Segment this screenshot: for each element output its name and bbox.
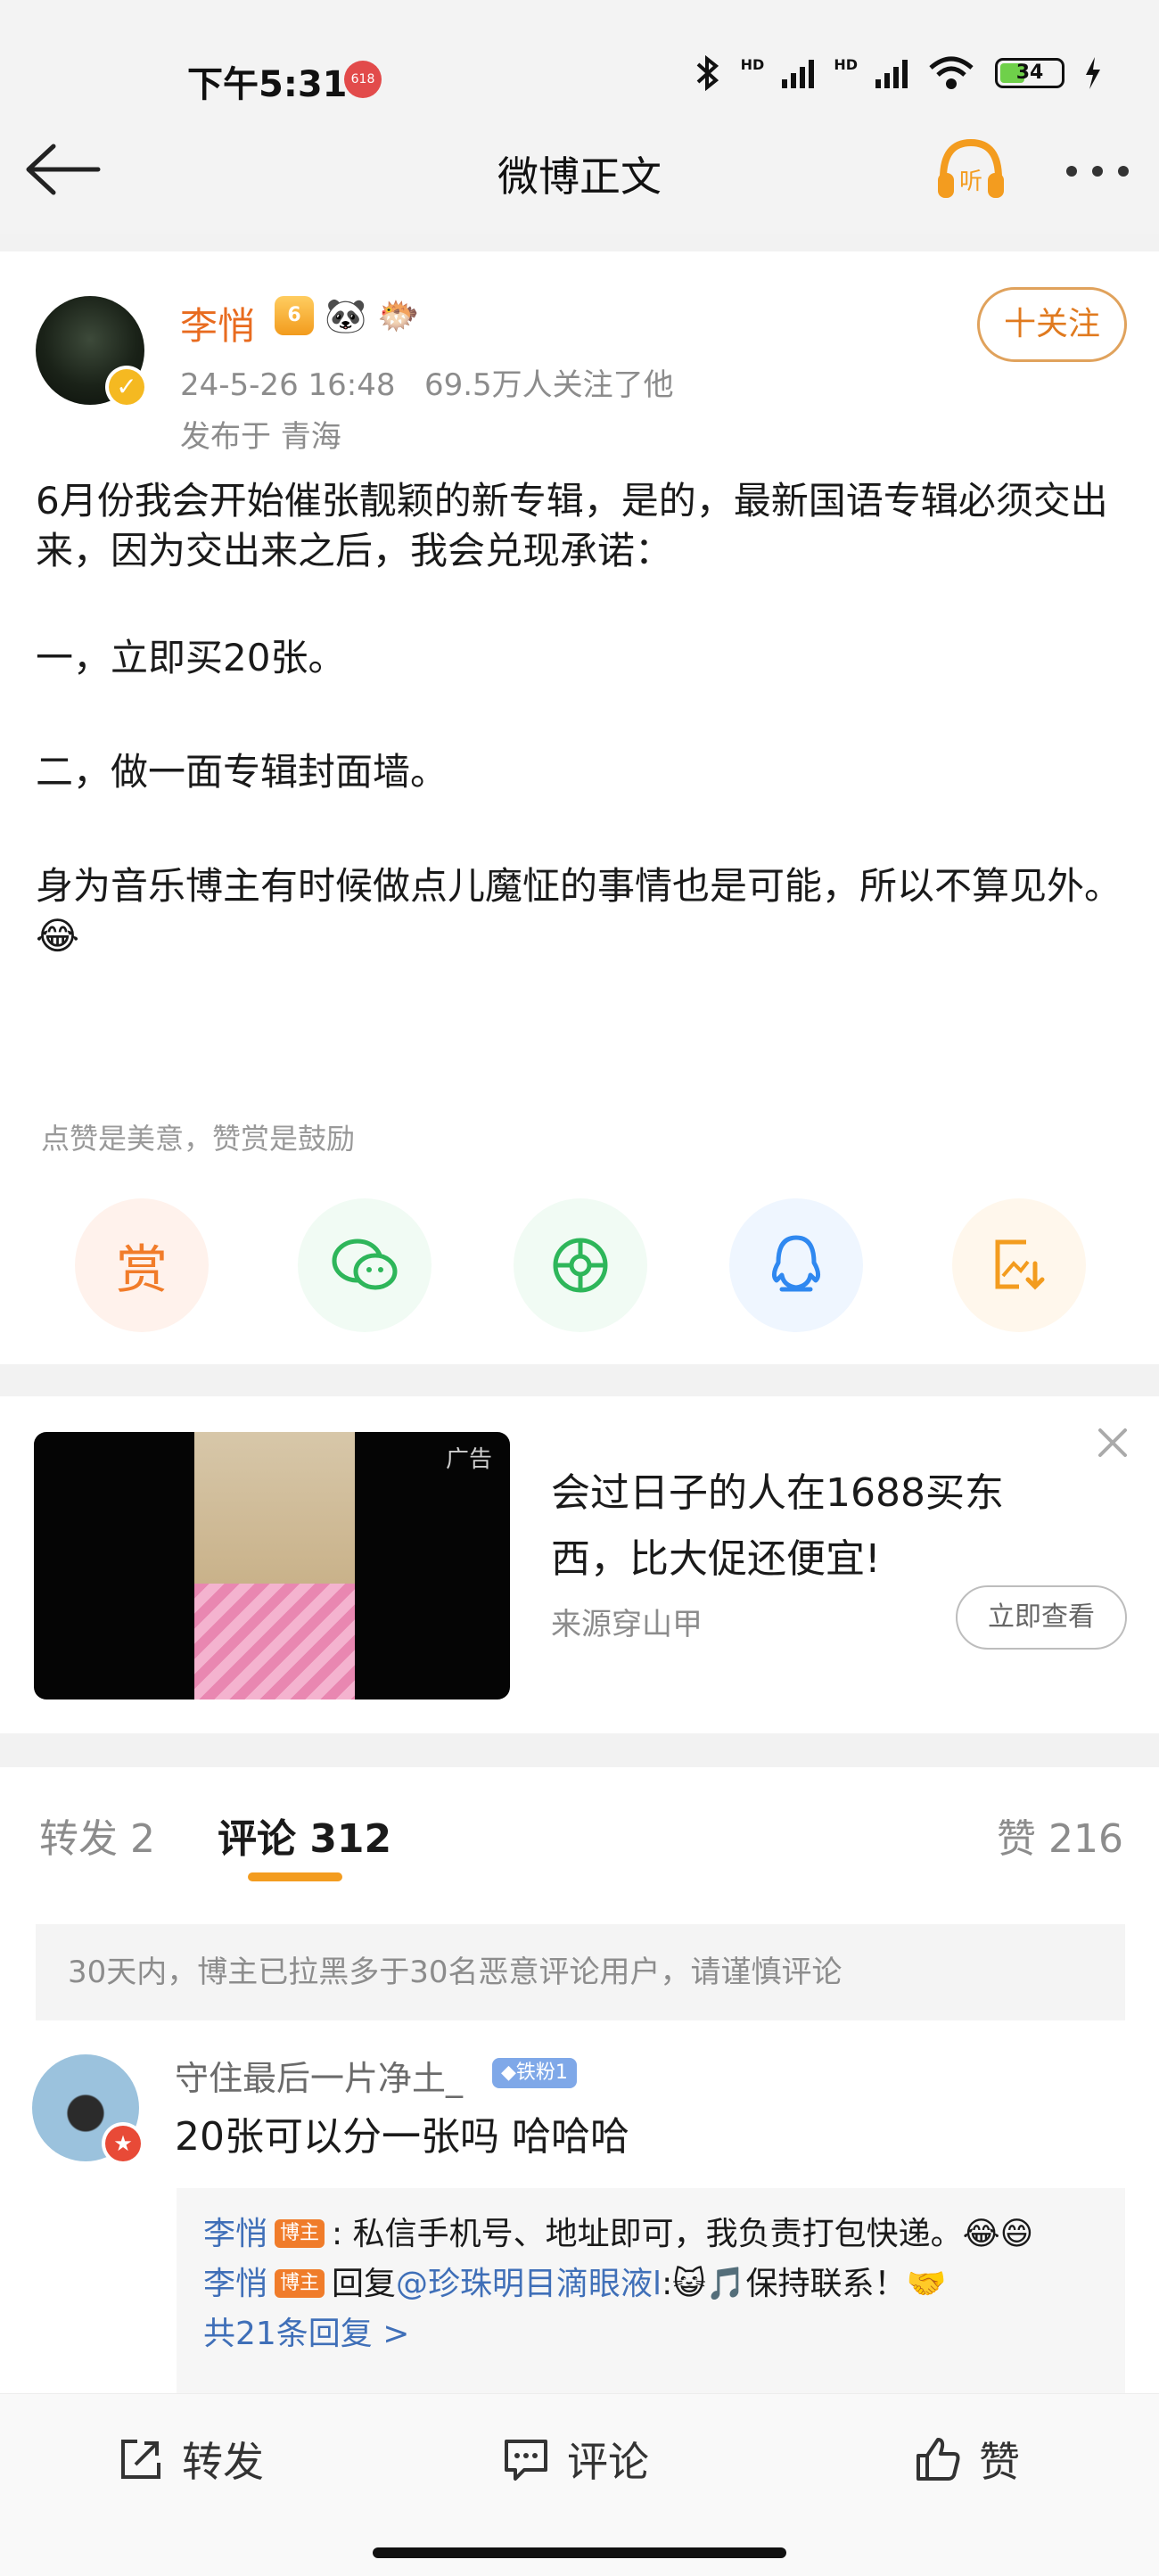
post-meta: 24-5-26 16:48 69.5万人关注了他 [180, 360, 674, 404]
more-replies-link[interactable]: 共21条回复 > [203, 2309, 1098, 2359]
verified-icon: ✓ [109, 369, 144, 405]
like-icon [917, 2438, 960, 2481]
crown-level-icon: 6 [275, 296, 314, 335]
reply-item: 李悄 博主: 私信手机号、地址即可，我负责打包快递。😂😄 [203, 2210, 1098, 2259]
post-paragraph: 二，做一面专辑封面墙。 [36, 750, 448, 794]
ad-thumbnail-image-top [194, 1432, 355, 1584]
reply-item: 李悄 博主 回复@珍珠明目滴眼液l:😺🎵保持联系！🤝 [203, 2259, 1098, 2309]
reward-tip: 点赞是美意，赞赏是鼓励 [41, 1122, 356, 1156]
battery-icon: 34 [995, 58, 1064, 88]
tab-repost[interactable]: 转发 2 [39, 1806, 155, 1864]
wechat-icon [332, 1239, 398, 1290]
save-image-button[interactable] [952, 1198, 1086, 1332]
listen-button[interactable]: 听 [931, 134, 1011, 205]
ad-source: 来源穿山甲 [551, 1607, 703, 1642]
ad-title[interactable]: 会过日子的人在1688买东西，比大促还便宜! [551, 1461, 1068, 1593]
post-paragraph [36, 690, 1123, 740]
reply-text: :😺🎵保持联系！🤝 [662, 2266, 947, 2302]
follow-button[interactable]: 十关注 [977, 287, 1127, 362]
save-image-icon [995, 1239, 1045, 1290]
author-name[interactable]: 李悄 [180, 296, 255, 350]
ad-thumbnail-image [194, 1432, 355, 1700]
wifi-icon [929, 56, 974, 89]
ad-label: 广告 [445, 1446, 492, 1473]
comments-section: 转发 2 评论 312 赞 216 30天内，博主已拉黑多于30名恶意评论用户，… [0, 1767, 1159, 2420]
reply-author[interactable]: 李悄 [203, 2266, 267, 2302]
ad-view-button[interactable]: 立即查看 [956, 1585, 1127, 1650]
post-body: 6月份我会开始催张靓颖的新专辑，是的，最新国语专辑必须交出来，因为交出来之后，我… [36, 476, 1123, 961]
post-paragraph [36, 804, 1123, 854]
fan-badge: ◆铁粉1 [492, 2058, 577, 2088]
reply-prefix: 回复 [332, 2266, 397, 2302]
more-button[interactable] [1057, 144, 1138, 198]
post-paragraph [36, 576, 1123, 626]
repost-icon [121, 2440, 160, 2479]
status-icons: HD HD 34 [695, 55, 1102, 91]
like-label: 赞 [979, 2438, 1020, 2486]
star-icon: ★ [105, 2126, 141, 2161]
listen-label: 听 [959, 169, 982, 195]
top-area: 下午5:31 618 HD HD 34 微博正文 听 [0, 0, 1159, 234]
bluetooth-icon [696, 55, 719, 91]
home-indicator[interactable] [373, 2547, 786, 2558]
tab-comment[interactable]: 评论 312 [218, 1806, 391, 1864]
like-button[interactable]: 赞 [913, 2430, 1020, 2489]
ad-close-button[interactable] [1093, 1423, 1132, 1462]
status-time: 下午5:31 [187, 64, 348, 105]
author-tag: 博主 [275, 2269, 325, 2298]
crown-level: 6 [287, 304, 301, 326]
ad-thumbnail[interactable]: 广告 [34, 1432, 510, 1700]
reward-button[interactable]: 赏 [75, 1198, 209, 1332]
repost-label: 转发 [182, 2438, 264, 2486]
listen-icon: 听 [938, 138, 1004, 198]
post-card: ✓ 李悄 6 🐼 🐡 24-5-26 16:48 69.5万人关注了他 发布于 … [0, 251, 1159, 1364]
share-qq-button[interactable] [729, 1198, 863, 1332]
reply-mention[interactable]: @珍珠明目滴眼液l [396, 2266, 662, 2302]
status-618-badge: 618 [344, 61, 382, 98]
signal-icon-2 [875, 58, 908, 88]
post-paragraph: 身为音乐博主有时候做点儿魔怔的事情也是可能，所以不算见外。😂 [36, 864, 1122, 958]
comment-label: 评论 [567, 2438, 649, 2486]
comment-icon [505, 2440, 547, 2481]
hd-label-2: HD [834, 55, 858, 73]
hd-label-1: HD [740, 55, 765, 73]
commenter-badge: ★ [102, 2122, 144, 2165]
share-wechat-button[interactable] [298, 1198, 432, 1332]
fish-icon: 🐡 [377, 296, 420, 335]
post-date: 24-5-26 16:48 [180, 367, 396, 403]
comment-notice: 30天内，博主已拉黑多于30名恶意评论用户，请谨慎评论 [36, 1924, 1125, 2020]
moments-icon [553, 1238, 608, 1293]
author-badges: 6 🐼 🐡 [275, 296, 420, 335]
post-location: 发布于 青海 [180, 419, 341, 455]
active-tab-underline [248, 1872, 342, 1881]
battery-level: 34 [1015, 62, 1044, 84]
ad-card[interactable]: 广告 会过日子的人在1688买东西，比大促还便宜! 来源穿山甲 立即查看 [0, 1396, 1159, 1733]
reply-author[interactable]: 李悄 [203, 2216, 267, 2252]
panda-icon: 🐼 [325, 296, 367, 335]
tab-like[interactable]: 赞 216 [997, 1806, 1123, 1864]
comment-button[interactable]: 评论 [501, 2430, 649, 2489]
verified-badge: ✓ [105, 366, 148, 408]
reward-label: 赏 [115, 1239, 168, 1300]
post-paragraph: 一，立即买20张。 [36, 636, 346, 679]
reply-text: : 私信手机号、地址即可，我负责打包快递。😂😄 [332, 2216, 1034, 2252]
more-icon [1066, 166, 1129, 177]
reply-box[interactable]: 李悄 博主: 私信手机号、地址即可，我负责打包快递。😂😄 李悄 博主 回复@珍珠明目滴… [177, 2188, 1125, 2420]
signal-icon-1 [782, 58, 815, 88]
author-tag: 博主 [275, 2219, 325, 2248]
charging-icon [1086, 57, 1100, 89]
share-actions: 赏 [0, 1198, 1159, 1332]
share-moments-button[interactable] [514, 1198, 647, 1332]
comment-text: 20张可以分一张吗 哈哈哈 [175, 2114, 629, 2160]
post-paragraph: 6月份我会开始催张靓颖的新专辑，是的，最新国语专辑必须交出来，因为交出来之后，我… [36, 479, 1108, 572]
commenter-name[interactable]: 守住最后一片净土_ [175, 2051, 463, 2100]
bottom-action-bar: 转发 评论 赞 [0, 2393, 1159, 2576]
repost-button[interactable]: 转发 [116, 2430, 264, 2489]
close-icon [1098, 1428, 1127, 1457]
follower-count: 69.5万人关注了他 [423, 367, 674, 403]
qq-icon [771, 1235, 821, 1292]
